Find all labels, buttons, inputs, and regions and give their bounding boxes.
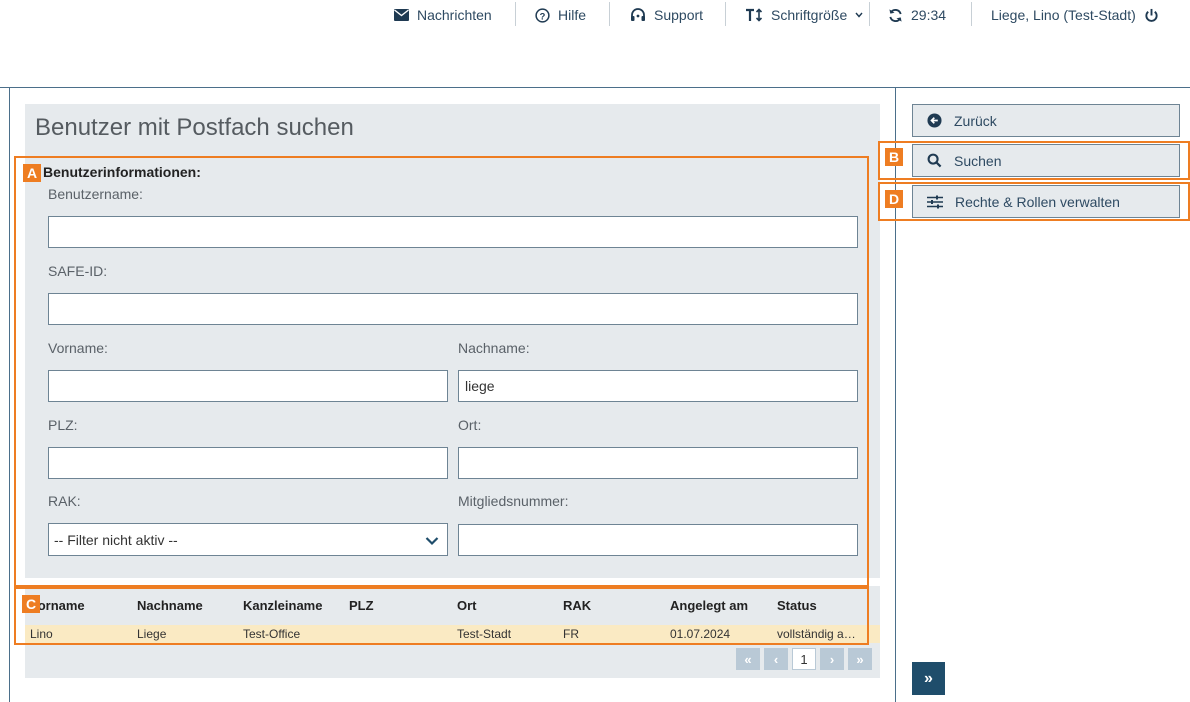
page-title: Benutzer mit Postfach suchen <box>35 114 354 141</box>
header-divider <box>0 87 1190 88</box>
back-button[interactable]: Zurück <box>912 104 1180 137</box>
top-navigation-bar: Nachrichten ? Hilfe Support Schriftgröße… <box>0 0 1190 30</box>
annotation-box-c <box>14 587 869 645</box>
headset-icon <box>630 7 646 23</box>
arrow-left-circle-icon <box>927 113 942 128</box>
annotation-label-a: A <box>23 164 41 182</box>
session-refresh[interactable]: 29:34 <box>888 5 946 25</box>
separator <box>971 2 972 26</box>
power-icon[interactable] <box>1144 8 1159 23</box>
pagination: « ‹ 1 › » <box>736 648 872 670</box>
first-page-button[interactable]: « <box>736 648 760 670</box>
font-size-label: Schriftgröße <box>771 7 848 23</box>
previous-page-button[interactable]: ‹ <box>764 648 788 670</box>
font-size-dropdown[interactable]: Schriftgröße <box>745 5 863 25</box>
session-timer: 29:34 <box>911 7 947 23</box>
separator <box>869 2 870 26</box>
annotation-label-b: B <box>885 148 903 166</box>
separator <box>515 2 516 26</box>
chevron-down-icon <box>855 12 863 18</box>
annotation-label-c: C <box>22 595 40 613</box>
annotation-label-d: D <box>885 190 903 208</box>
messages-link[interactable]: Nachrichten <box>394 5 492 25</box>
separator <box>725 2 726 26</box>
annotation-box-b <box>878 141 1190 180</box>
question-circle-icon: ? <box>535 7 550 23</box>
current-page-number[interactable]: 1 <box>792 648 816 670</box>
column-divider <box>895 88 896 702</box>
svg-text:?: ? <box>540 11 546 21</box>
annotation-box-d <box>878 182 1190 221</box>
help-label: Hilfe <box>558 7 587 23</box>
annotation-box-a <box>14 156 869 587</box>
user-menu[interactable]: Liege, Lino (Test-Stadt) <box>991 5 1159 25</box>
messages-label: Nachrichten <box>417 7 492 23</box>
collapse-sidebar-button[interactable]: » <box>912 662 945 695</box>
support-label: Support <box>654 7 704 23</box>
envelope-icon <box>394 9 409 21</box>
back-label: Zurück <box>954 112 997 129</box>
refresh-icon <box>888 8 903 23</box>
support-link[interactable]: Support <box>630 5 703 25</box>
user-name: Liege, Lino (Test-Stadt) <box>991 7 1136 23</box>
left-border <box>9 88 10 702</box>
text-size-icon <box>745 8 763 22</box>
separator <box>609 2 610 26</box>
last-page-button[interactable]: » <box>848 648 872 670</box>
next-page-button[interactable]: › <box>820 648 844 670</box>
help-link[interactable]: ? Hilfe <box>535 5 586 25</box>
